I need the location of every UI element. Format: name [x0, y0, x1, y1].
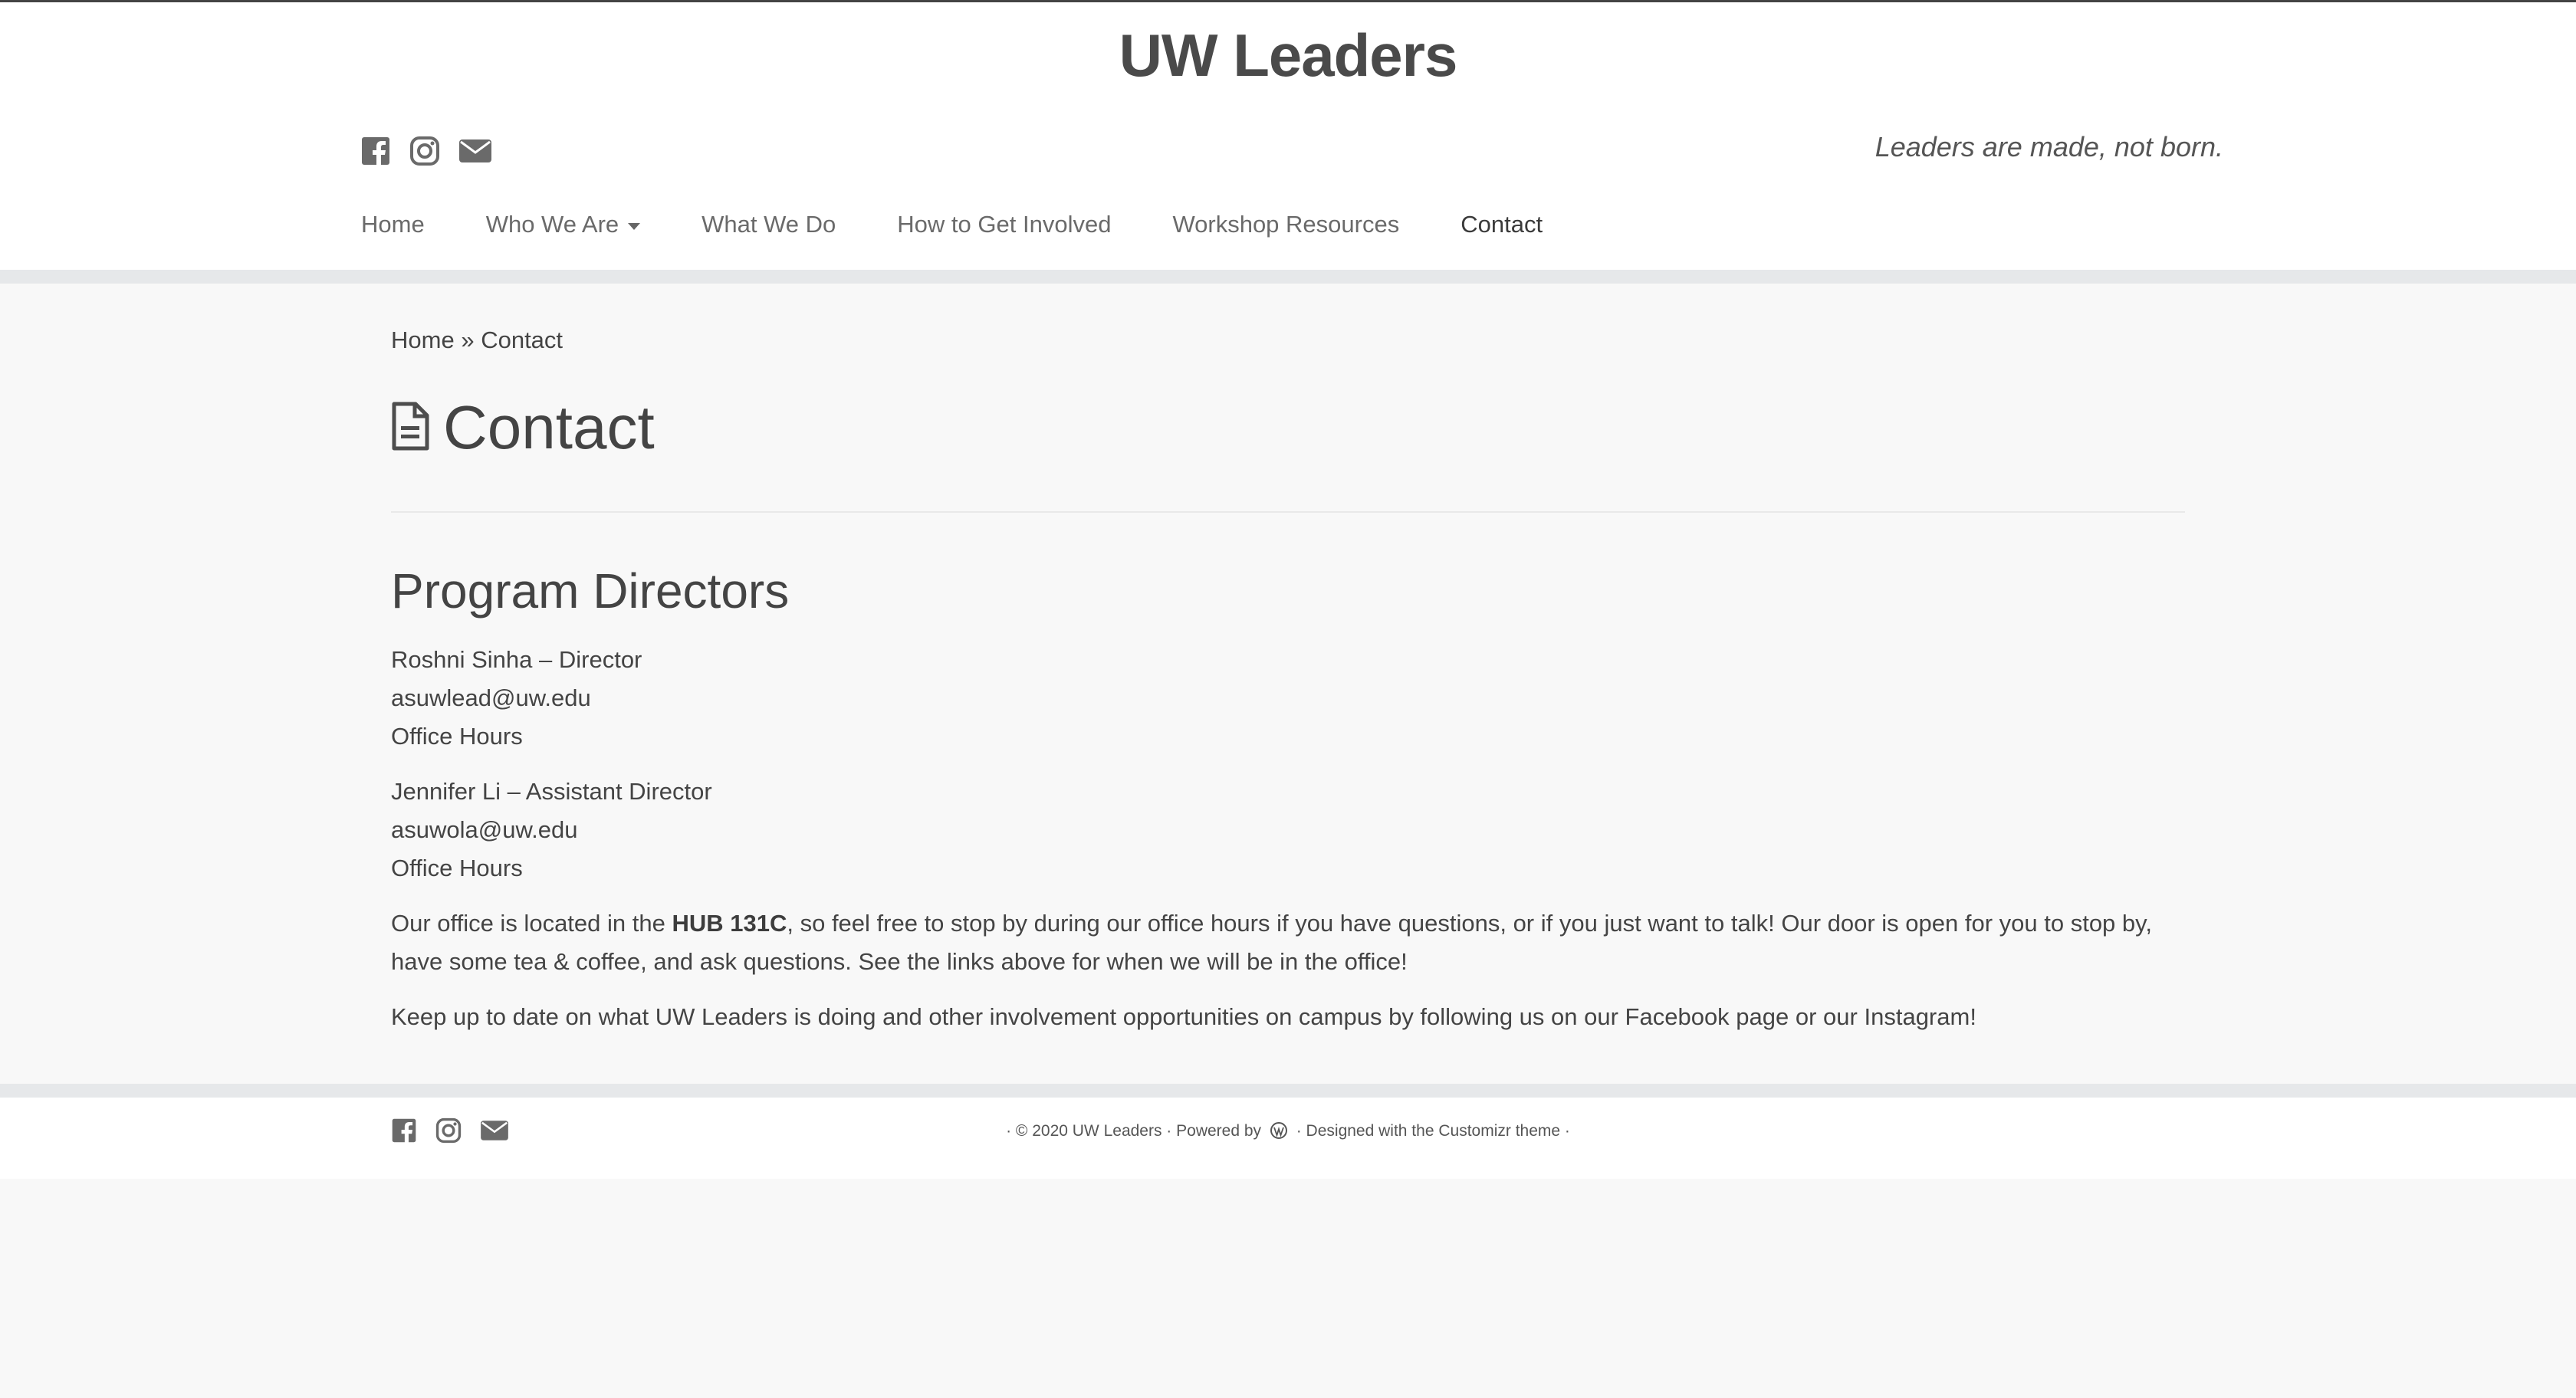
nav-item-home[interactable]: Home [361, 211, 425, 238]
header-social-links [360, 136, 492, 166]
footer-designed-with: · Designed with the [1296, 1122, 1434, 1140]
director-card: Roshni Sinha – Director asuwlead@uw.edu … [391, 641, 642, 756]
nav-item-label: Home [361, 211, 425, 238]
nav-item-who-we-are[interactable]: Who We Are [485, 211, 641, 238]
nav-item-label: Contact [1460, 211, 1543, 238]
office-location: HUB 131C [672, 910, 787, 937]
director-name: Roshni Sinha – Director [391, 646, 642, 673]
facebook-icon[interactable] [360, 136, 391, 166]
footer-end-dot: · [1564, 1122, 1570, 1140]
title-divider [391, 511, 2185, 513]
follow-paragraph: Keep up to date on what UW Leaders is do… [391, 998, 2185, 1036]
site-tagline: Leaders are made, not born. [1875, 131, 2223, 162]
director-office-hours[interactable]: Office Hours [391, 849, 712, 888]
director-name: Jennifer Li – Assistant Director [391, 778, 712, 805]
director-office-hours[interactable]: Office Hours [391, 717, 642, 756]
nav-item-label: How to Get Involved [897, 211, 1112, 238]
breadcrumb: Home » Contact [391, 327, 563, 354]
office-location-paragraph: Our office is located in the HUB 131C, s… [391, 904, 2185, 981]
instagram-icon[interactable] [409, 136, 440, 166]
section-heading: Program Directors [391, 563, 790, 619]
breadcrumb-home-link[interactable]: Home [391, 327, 455, 353]
follow-text-before: Keep up to date on what UW Leaders is do… [391, 1003, 1625, 1030]
director-email[interactable]: asuwlead@uw.edu [391, 679, 642, 717]
caret-down-icon [628, 222, 641, 230]
footer-divider-band [0, 1084, 2576, 1098]
footer-credits: · © 2020 UW Leaders · Powered by · Desig… [0, 1122, 2576, 1140]
nav-item-contact[interactable]: Contact [1460, 211, 1543, 238]
header-divider-band [0, 270, 2576, 284]
nav-item-how-to-get-involved[interactable]: How to Get Involved [897, 211, 1111, 238]
wordpress-icon[interactable] [1270, 1122, 1287, 1139]
nav-item-workshop-resources[interactable]: Workshop Resources [1172, 211, 1399, 238]
site-footer: · © 2020 UW Leaders · Powered by · Desig… [0, 1098, 2576, 1179]
nav-item-what-we-do[interactable]: What We Do [702, 211, 836, 238]
follow-text-after: ! [1970, 1003, 1976, 1030]
site-title[interactable]: UW Leaders [0, 21, 2576, 90]
main-nav: Home Who We Are What We Do How to Get In… [361, 211, 1604, 238]
page-title: Contact [391, 392, 655, 463]
director-card: Jennifer Li – Assistant Director asuwola… [391, 773, 712, 888]
site-header: UW Leaders Leaders are made, not born. H… [0, 0, 2576, 270]
main-content-area: Home » Contact Contact Program Directors… [0, 284, 2576, 1084]
director-email[interactable]: asuwola@uw.edu [391, 811, 712, 849]
breadcrumb-current: Contact [481, 327, 564, 353]
facebook-page-link[interactable]: Facebook page [1625, 1003, 1789, 1030]
instagram-link[interactable]: Instagram [1864, 1003, 1970, 1030]
nav-item-label: What We Do [702, 211, 836, 238]
nav-item-label: Who We Are [485, 211, 619, 238]
footer-copyright: · © 2020 UW Leaders · Powered by [1006, 1122, 1262, 1140]
office-text-before: Our office is located in the [391, 910, 672, 937]
breadcrumb-separator: » [461, 327, 475, 353]
nav-item-label: Workshop Resources [1172, 211, 1400, 238]
document-icon [391, 402, 429, 455]
follow-text-middle: or our [1789, 1003, 1865, 1030]
customizr-theme-link[interactable]: Customizr theme [1438, 1122, 1560, 1140]
page-title-text: Contact [443, 393, 655, 461]
email-icon[interactable] [458, 136, 492, 166]
